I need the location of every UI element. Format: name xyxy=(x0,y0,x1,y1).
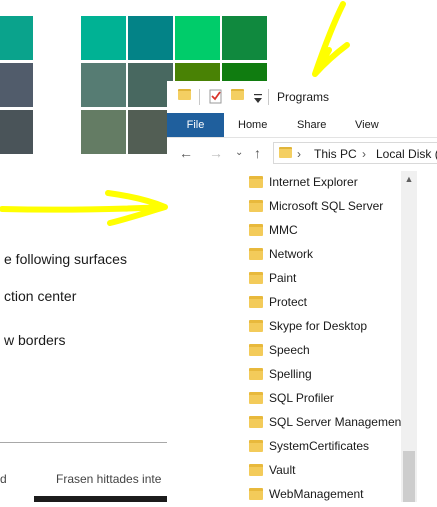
folder-item[interactable]: Skype for Desktop xyxy=(245,315,405,339)
tab-file[interactable]: File xyxy=(167,113,224,137)
setting-text-action-center[interactable]: ction center xyxy=(4,288,76,304)
separator xyxy=(199,89,200,105)
up-arrow-icon[interactable]: ↑ xyxy=(254,145,261,161)
search-status-text: Frasen hittades inte xyxy=(56,472,162,486)
color-swatch[interactable] xyxy=(175,16,220,60)
customize-toolbar-icon[interactable] xyxy=(254,91,262,109)
folder-name: SystemCertificates xyxy=(269,439,370,453)
divider xyxy=(0,442,167,443)
folder-name: SQL Server Management xyxy=(269,415,405,429)
search-left-text: d xyxy=(0,472,7,486)
folder-icon xyxy=(249,224,263,236)
new-folder-icon[interactable] xyxy=(231,89,244,100)
setting-text-window-borders[interactable]: w borders xyxy=(4,332,65,348)
folder-icon xyxy=(249,296,263,308)
annotation-arrow-down xyxy=(312,1,350,77)
tab-home[interactable]: Home xyxy=(238,113,267,137)
folder-name: Speech xyxy=(269,343,310,357)
breadcrumb-local-disk[interactable]: Local Disk ( xyxy=(376,147,437,161)
title-bar: Programs xyxy=(167,81,437,113)
tab-view[interactable]: View xyxy=(355,113,379,137)
back-arrow-icon[interactable]: ← xyxy=(179,145,193,161)
folder-item[interactable]: WebManagement xyxy=(245,483,405,507)
vertical-scrollbar[interactable]: ▲ xyxy=(401,171,417,502)
folder-item[interactable]: Vault xyxy=(245,459,405,483)
folder-name: Internet Explorer xyxy=(269,175,358,189)
folder-name: Skype for Desktop xyxy=(269,319,368,333)
recent-locations-chevron-icon[interactable]: ⌄ xyxy=(235,147,243,158)
breadcrumb-chevron-icon[interactable]: › xyxy=(362,147,366,161)
folder-item[interactable]: SQL Profiler xyxy=(245,387,405,411)
breadcrumb-this-pc[interactable]: This PC xyxy=(314,147,357,161)
folder-name: Vault xyxy=(269,463,296,477)
color-swatch[interactable] xyxy=(81,16,126,60)
folder-icon xyxy=(249,440,263,452)
search-bar[interactable]: d Frasen hittades inte xyxy=(0,466,167,494)
scroll-up-icon[interactable]: ▲ xyxy=(401,171,417,187)
setting-text-surfaces: e following surfaces xyxy=(4,251,127,267)
address-folder-icon xyxy=(279,147,292,158)
color-swatch[interactable] xyxy=(81,63,126,107)
folder-item[interactable]: MMC xyxy=(245,219,405,243)
folder-icon xyxy=(249,344,263,356)
folder-name: Spelling xyxy=(269,367,312,381)
folder-icon xyxy=(249,200,263,212)
ribbon-tabs: File Home Share View xyxy=(167,113,437,138)
color-swatch[interactable] xyxy=(81,110,126,154)
color-swatch[interactable] xyxy=(0,63,33,107)
tab-share[interactable]: Share xyxy=(297,113,326,137)
folder-name: Protect xyxy=(269,295,308,309)
folder-item[interactable]: Speech xyxy=(245,339,405,363)
separator xyxy=(268,89,269,105)
folder-name: Paint xyxy=(269,271,297,285)
annotation-arrow-right xyxy=(0,190,168,226)
folder-item[interactable]: Network xyxy=(245,243,405,267)
folder-icon xyxy=(249,464,263,476)
properties-icon[interactable] xyxy=(209,88,223,109)
color-swatch[interactable] xyxy=(0,16,33,60)
folder-icon xyxy=(249,488,263,500)
folder-icon xyxy=(249,392,263,404)
folder-icon xyxy=(249,248,263,260)
window-title: Programs xyxy=(277,90,330,104)
folder-icon xyxy=(249,320,263,332)
breadcrumb-chevron-icon[interactable]: › xyxy=(297,147,301,161)
folder-icon xyxy=(249,272,263,284)
folder-item[interactable]: Microsoft SQL Server xyxy=(245,195,405,219)
folder-icon xyxy=(178,89,191,100)
folder-icon xyxy=(249,176,263,188)
navigation-bar: ← → ⌄ ↑ › This PC › Local Disk ( xyxy=(167,138,437,168)
folder-item[interactable]: SQL Server Management xyxy=(245,411,405,435)
folder-item[interactable]: Spelling xyxy=(245,363,405,387)
folder-name: WebManagement xyxy=(269,487,364,501)
folder-item[interactable]: Internet Explorer xyxy=(245,171,405,195)
folder-name: Network xyxy=(269,247,314,261)
color-swatch[interactable] xyxy=(0,110,33,154)
color-swatch[interactable] xyxy=(128,16,173,60)
folder-item[interactable]: SystemCertificates xyxy=(245,435,405,459)
folder-name: MMC xyxy=(269,223,298,237)
folder-icon xyxy=(249,416,263,428)
address-bar[interactable]: › This PC › Local Disk ( xyxy=(273,142,437,164)
file-explorer-window: Programs File Home Share View ← → ⌄ ↑ › … xyxy=(167,81,437,502)
color-swatch[interactable] xyxy=(222,16,267,60)
scroll-thumb[interactable] xyxy=(403,451,415,502)
folder-item[interactable]: Protect xyxy=(245,291,405,315)
folder-icon xyxy=(249,368,263,380)
folder-item[interactable]: Paint xyxy=(245,267,405,291)
folder-name: Microsoft SQL Server xyxy=(269,199,384,213)
forward-arrow-icon[interactable]: → xyxy=(209,145,223,161)
folder-name: SQL Profiler xyxy=(269,391,334,405)
